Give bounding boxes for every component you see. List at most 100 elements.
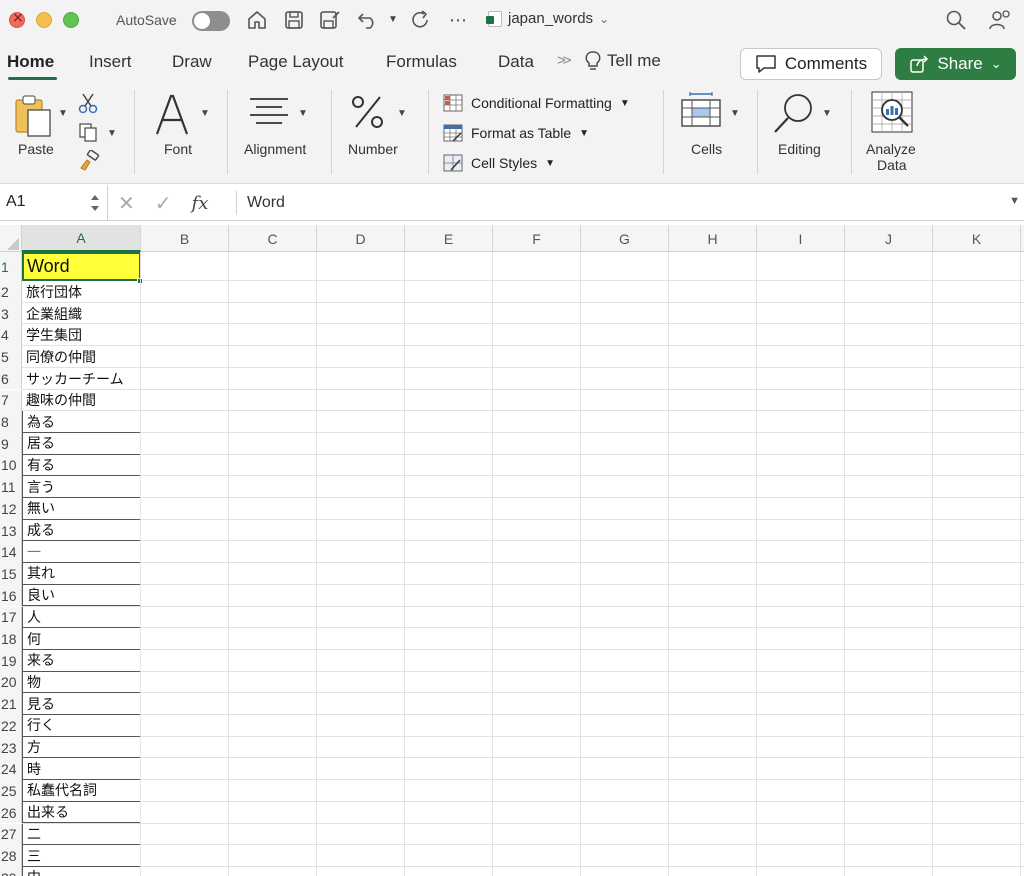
cell-a9[interactable]: 居る — [22, 432, 141, 455]
row-header[interactable]: 24 — [0, 758, 22, 781]
select-all-button[interactable] — [0, 225, 22, 252]
row-header[interactable]: 8 — [0, 411, 22, 433]
cell-a11[interactable]: 言う — [22, 476, 141, 498]
account-icon[interactable] — [988, 8, 1012, 32]
cell-a22[interactable]: 行く — [22, 715, 141, 737]
cell-a2[interactable]: 旅行団体 — [22, 281, 141, 303]
tab-draw[interactable]: Draw — [172, 52, 212, 72]
cell-a28[interactable]: 三 — [22, 845, 141, 867]
confirm-formula-icon[interactable]: ✓ — [155, 191, 172, 216]
number-group[interactable]: ▼ Number — [340, 84, 420, 184]
row-header[interactable]: 7 — [0, 389, 22, 412]
row-header[interactable]: 20 — [0, 671, 22, 694]
column-header-k[interactable]: K — [933, 225, 1021, 252]
row-header[interactable]: 23 — [0, 736, 22, 759]
cell-a15[interactable]: 其れ — [22, 563, 141, 585]
cell-a27[interactable]: 二 — [22, 823, 141, 846]
expand-formula-bar-icon[interactable]: ▼ — [1009, 195, 1020, 207]
cell-a6[interactable]: サッカーチーム — [22, 368, 141, 390]
cell-a26[interactable]: 出来る — [22, 801, 141, 824]
cell-a1-selected[interactable]: Word — [22, 252, 141, 281]
worksheet-grid[interactable]: ABCDEFGHIJK 1 Word 2 旅行団体 3 企業組織 4 学生集団 5 同僚の仲間 6 サ… — [0, 225, 1024, 876]
paste-button[interactable] — [12, 94, 56, 143]
cell-a24[interactable]: 時 — [22, 758, 141, 781]
row-header[interactable]: 25 — [0, 780, 22, 802]
cell-a16[interactable]: 良い — [22, 584, 141, 607]
column-header-d[interactable]: D — [317, 225, 405, 252]
cell-a5[interactable]: 同僚の仲間 — [22, 346, 141, 368]
document-title[interactable]: japan_words ⌄ — [486, 10, 609, 27]
row-header[interactable]: 5 — [0, 346, 22, 368]
share-button[interactable]: Share ⌄ — [895, 48, 1016, 80]
editing-group[interactable]: ▼ Editing — [766, 84, 846, 184]
column-header-i[interactable]: I — [757, 225, 845, 252]
more-tabs-icon[interactable]: >> — [557, 52, 571, 69]
comments-button[interactable]: Comments — [740, 48, 882, 80]
analyze-data-button[interactable]: Analyze Data — [858, 84, 928, 184]
row-header[interactable]: 4 — [0, 324, 22, 347]
column-header-g[interactable]: G — [581, 225, 669, 252]
save-as-icon[interactable] — [318, 8, 342, 32]
row-header[interactable]: 9 — [0, 432, 22, 455]
column-header-c[interactable]: C — [229, 225, 317, 252]
cell-a25[interactable]: 私蠢代名詞 — [22, 780, 141, 802]
cell-a12[interactable]: 無い — [22, 498, 141, 520]
column-header-j[interactable]: J — [845, 225, 933, 252]
column-header-f[interactable]: F — [493, 225, 581, 252]
row-header[interactable]: 15 — [0, 563, 22, 585]
cell-styles-button[interactable]: Cell Styles ▼ — [443, 154, 555, 172]
row-header[interactable]: 10 — [0, 454, 22, 477]
format-as-table-button[interactable]: Format as Table ▼ — [443, 124, 589, 142]
row-header[interactable]: 22 — [0, 715, 22, 737]
tab-data[interactable]: Data — [498, 52, 534, 72]
column-header-h[interactable]: H — [669, 225, 757, 252]
cell-a17[interactable]: 人 — [22, 606, 141, 629]
row-header[interactable]: 12 — [0, 498, 22, 520]
tab-home[interactable]: Home — [7, 52, 54, 72]
copy-dropdown-icon[interactable]: ▼ — [107, 128, 117, 139]
cell-a18[interactable]: 何 — [22, 628, 141, 650]
redo-icon[interactable] — [408, 8, 432, 32]
row-header[interactable]: 18 — [0, 628, 22, 650]
cell-a19[interactable]: 来る — [22, 649, 141, 672]
cell-a8[interactable]: 為る — [22, 411, 141, 433]
row-header[interactable]: 26 — [0, 801, 22, 824]
cell-a23[interactable]: 方 — [22, 736, 141, 759]
minimize-window-button[interactable] — [36, 12, 52, 28]
insert-function-icon[interactable]: fx — [192, 193, 209, 214]
search-icon[interactable] — [944, 8, 968, 32]
tab-formulas[interactable]: Formulas — [386, 52, 457, 72]
cell-a20[interactable]: 物 — [22, 671, 141, 694]
font-group[interactable]: ▼ Font — [140, 84, 222, 184]
cells-group[interactable]: ▼ Cells — [672, 84, 752, 184]
row-header[interactable]: 21 — [0, 693, 22, 715]
formula-input[interactable]: Word — [247, 194, 285, 212]
alignment-group[interactable]: ▼ Alignment — [236, 84, 326, 184]
close-window-button[interactable] — [9, 10, 25, 28]
more-options-icon[interactable]: ⋯ — [446, 8, 470, 32]
cell-a3[interactable]: 企業組織 — [22, 303, 141, 325]
cell-a13[interactable]: 成る — [22, 519, 141, 542]
undo-dropdown-icon[interactable]: ▼ — [388, 14, 398, 25]
format-painter-icon[interactable] — [78, 149, 100, 177]
row-header[interactable]: 27 — [0, 823, 22, 846]
save-icon[interactable] — [282, 8, 306, 32]
home-icon[interactable] — [245, 8, 269, 32]
cut-icon[interactable] — [78, 92, 98, 119]
copy-icon[interactable] — [78, 122, 98, 147]
row-header[interactable]: 16 — [0, 584, 22, 607]
tab-insert[interactable]: Insert — [89, 52, 132, 72]
conditional-formatting-button[interactable]: Conditional Formatting ▼ — [443, 94, 630, 112]
column-header-b[interactable]: B — [141, 225, 229, 252]
row-header[interactable]: 6 — [0, 367, 22, 390]
column-header-e[interactable]: E — [405, 225, 493, 252]
row-header[interactable]: 11 — [0, 476, 22, 498]
cancel-formula-icon[interactable]: ✕ — [118, 191, 135, 216]
cell-a29[interactable]: 中 — [22, 866, 141, 876]
zoom-window-button[interactable] — [63, 12, 79, 28]
row-header[interactable]: 17 — [0, 606, 22, 629]
cell-a21[interactable]: 見る — [22, 693, 141, 715]
cell-a10[interactable]: 有る — [22, 454, 141, 477]
row-header[interactable]: 13 — [0, 519, 22, 542]
autosave-toggle[interactable] — [192, 11, 230, 31]
